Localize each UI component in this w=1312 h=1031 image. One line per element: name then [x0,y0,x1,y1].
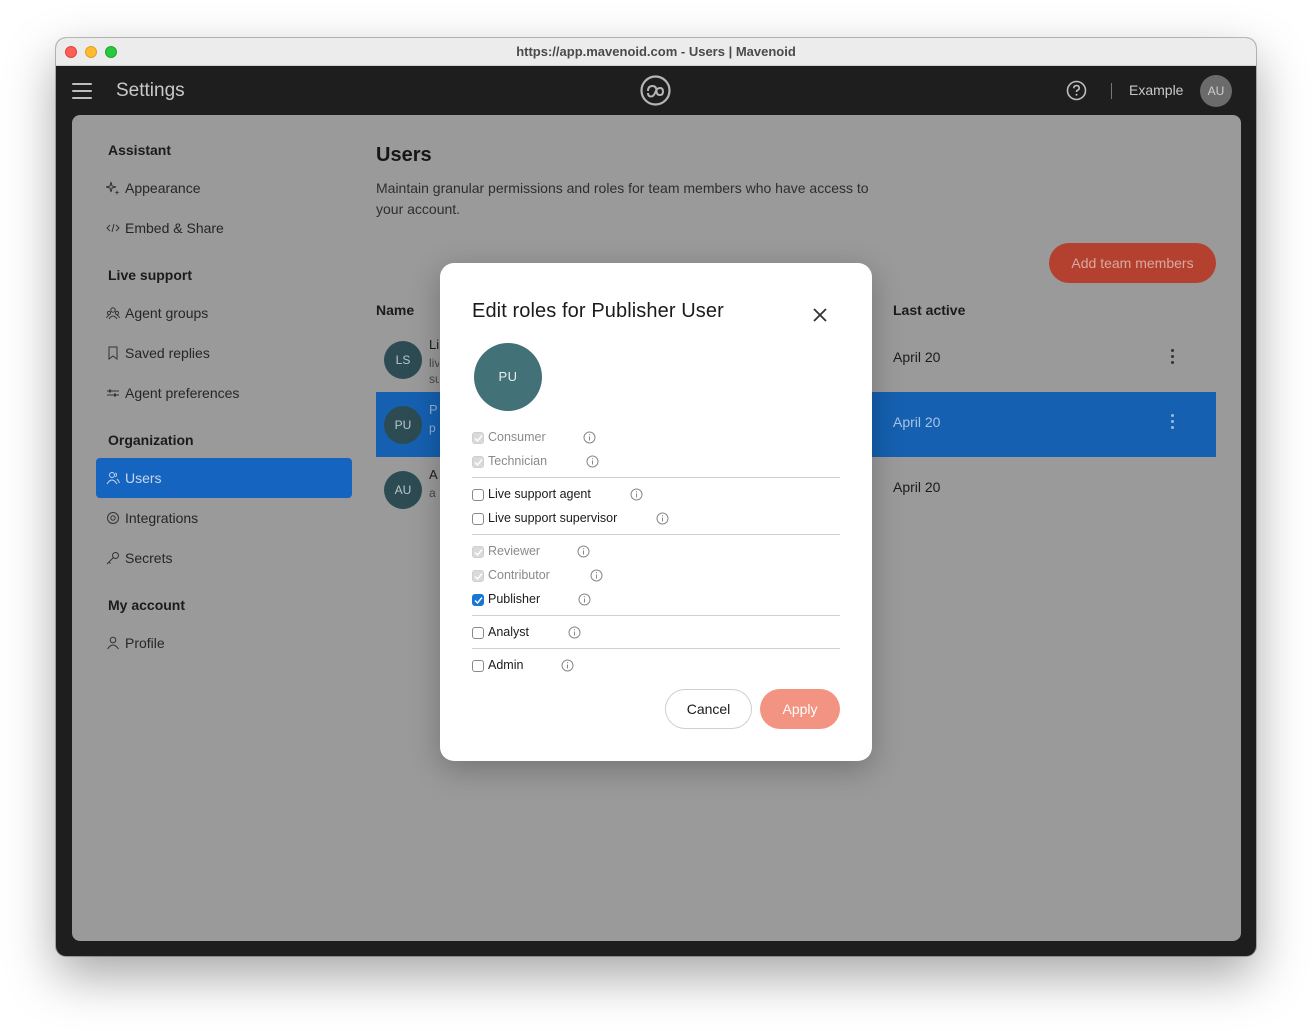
role-checkbox[interactable] [472,594,484,606]
sliders-icon [107,389,119,397]
role-label: Live support supervisor [488,511,618,525]
sidebar-item-label: Saved replies [125,345,210,361]
more-options-icon[interactable] [1166,414,1178,432]
row-subtitle: liv su [429,356,439,386]
row-subtitle: a [429,486,436,500]
role-checkbox[interactable] [472,627,484,639]
mavenoid-logo-icon[interactable] [639,74,672,107]
role-checkbox [472,456,484,468]
sidebar-heading-assistant: Assistant [108,142,172,158]
column-header-last-active[interactable]: Last active [893,302,965,318]
role-checkbox [472,432,484,444]
sidebar-heading-organization: Organization [108,432,194,448]
page-url-title: https://app.mavenoid.com - Users | Maven… [516,44,796,59]
info-icon[interactable] [577,545,590,558]
role-checkbox[interactable] [472,660,484,672]
sidebar-item-saved-replies[interactable]: Saved replies [96,333,352,373]
row-avatar: LS [384,341,422,379]
close-icon[interactable] [810,305,830,325]
page-description: Maintain granular permissions and roles … [376,180,869,217]
row-last-active: April 20 [893,414,941,430]
dialog-title: Edit roles for Publisher User [472,300,724,322]
role-group-divider [472,534,840,535]
info-icon[interactable] [578,593,591,606]
info-icon[interactable] [561,659,574,672]
sidebar-item-label: Integrations [125,510,199,526]
info-icon[interactable] [656,512,669,525]
user-icon [107,636,119,650]
integrations-icon [107,512,119,524]
row-subtitle: p [429,421,436,435]
menu-icon[interactable] [72,83,92,99]
role-label: Contributor [488,568,550,582]
sparkle-icon [106,181,120,195]
sidebar-item-label: Agent preferences [125,385,240,401]
header-divider [1111,83,1112,99]
role-label: Live support agent [488,487,591,501]
info-icon[interactable] [583,431,596,444]
title-bar: https://app.mavenoid.com - Users | Maven… [56,38,1256,66]
sidebar-heading-my-account: My account [108,597,186,613]
sidebar-item-appearance[interactable]: Appearance [96,168,352,208]
row-name: P [429,402,438,417]
sidebar-item-label: Secrets [125,550,173,566]
sidebar-heading-live-support: Live support [108,267,193,283]
column-header-name[interactable]: Name [376,302,414,318]
sidebar-item-agent-groups[interactable]: Agent groups [96,293,352,333]
org-switcher[interactable]: Example [1129,82,1183,98]
sidebar-item-label: Users [125,470,162,486]
role-group-divider [472,648,840,649]
apply-button[interactable]: Apply [760,689,840,729]
app-header: Settings Example AU [56,66,1256,115]
key-icon [106,552,119,565]
role-group-divider [472,477,840,478]
row-name: A [429,467,438,482]
role-checkbox[interactable] [472,513,484,525]
sidebar-item-embed-share[interactable]: Embed & Share [96,208,352,248]
sidebar-item-integrations[interactable]: Integrations [96,498,352,538]
role-label: Consumer [488,430,546,444]
help-icon[interactable] [1066,80,1087,101]
role-label: Analyst [488,625,529,639]
sidebar-item-secrets[interactable]: Secrets [96,538,352,578]
role-checkbox[interactable] [472,489,484,501]
role-group-divider [472,615,840,616]
sidebar-item-profile[interactable]: Profile [96,623,352,663]
bookmark-icon [108,346,118,360]
edit-roles-dialog: Edit roles for Publisher User PU Consume… [440,263,872,761]
sidebar-item-label: Embed & Share [125,220,224,236]
role-label: Admin [488,658,524,672]
row-last-active: April 20 [893,349,941,365]
row-avatar: PU [384,406,422,444]
role-checkbox [472,570,484,582]
sidebar-item-label: Appearance [125,180,201,196]
info-icon[interactable] [568,626,581,639]
sidebar-item-label: Agent groups [125,305,209,321]
page-title: Users [376,144,432,166]
info-icon[interactable] [586,455,599,468]
code-icon [106,223,120,233]
user-avatar[interactable]: AU [1200,75,1232,107]
row-name: Li [429,337,439,352]
role-checkbox [472,546,484,558]
app-title: Settings [116,80,185,101]
user-avatar-large: PU [474,343,542,411]
group-icon [106,307,120,320]
sidebar-item-users[interactable]: Users [96,458,352,498]
row-last-active: April 20 [893,479,941,495]
role-label: Reviewer [488,544,541,558]
more-options-icon[interactable] [1166,349,1178,367]
add-team-members-button[interactable]: Add team members [1049,243,1216,283]
sidebar-item-agent-preferences[interactable]: Agent preferences [96,373,352,413]
sidebar-item-label: Profile [125,635,165,651]
info-icon[interactable] [590,569,603,582]
users-icon [106,472,120,485]
role-label: Technician [488,454,548,468]
row-avatar: AU [384,471,422,509]
info-icon[interactable] [630,488,643,501]
role-label: Publisher [488,592,541,606]
cancel-button[interactable]: Cancel [665,689,752,729]
